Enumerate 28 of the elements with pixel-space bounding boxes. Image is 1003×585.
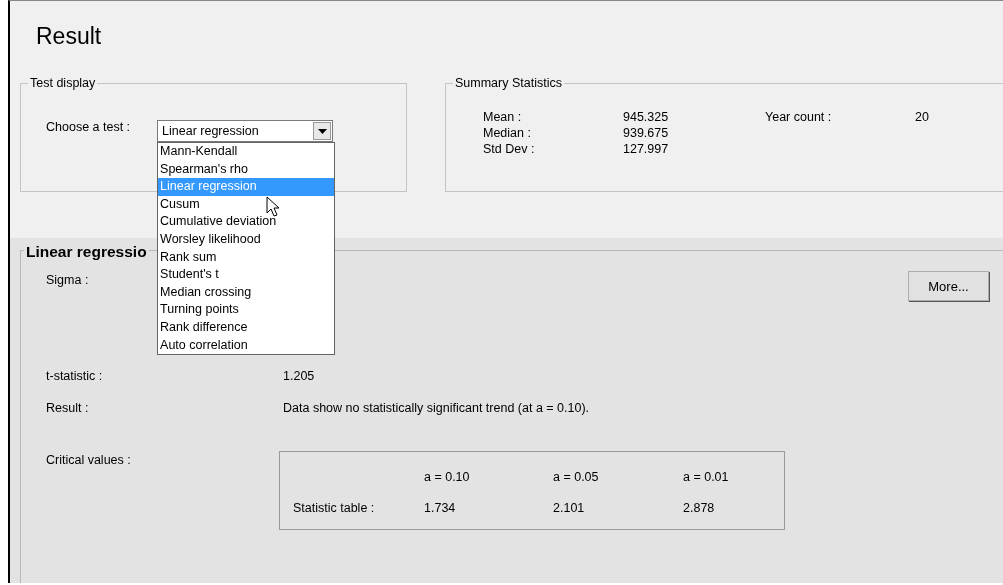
stat-value: 939.675 (623, 126, 670, 140)
page-title: Result (35, 22, 103, 51)
table-cell-text: 2.878 (683, 500, 716, 515)
field-label: Critical values : (46, 453, 132, 469)
table-cell-text: 2.101 (553, 500, 586, 515)
field-label: Sigma : (46, 273, 89, 287)
field-label: Result : (46, 401, 90, 417)
column-header: a = 0.01 (683, 470, 730, 485)
row-label: Statistic table : (293, 500, 376, 515)
stat-label: Median : (483, 126, 532, 140)
stat-value: 127.997 (623, 142, 670, 156)
section-heading: Linear regressio (24, 243, 149, 261)
stat-value: 945.325 (623, 110, 670, 124)
group-legend: Test display (28, 76, 98, 90)
stat-label: Std Dev : (483, 142, 536, 156)
stat-label: Mean : (483, 110, 523, 124)
more-button[interactable]: More... (908, 271, 989, 301)
field-value: Data show no statistically significant trend (at a = 0.10). (283, 401, 591, 417)
stat-value: 20 (915, 110, 930, 124)
mouse-pointer-icon (266, 196, 281, 217)
field-label: Choose a test : (46, 120, 131, 134)
column-header: a = 0.10 (424, 470, 471, 485)
field-value: 1.205 (283, 369, 316, 385)
field-label: t-statistic : (46, 369, 104, 385)
stat-label: Year count : (765, 110, 833, 124)
table-cell-text: 1.734 (424, 500, 457, 515)
group-legend: Summary Statistics (453, 76, 564, 90)
column-header: a = 0.05 (553, 470, 600, 485)
